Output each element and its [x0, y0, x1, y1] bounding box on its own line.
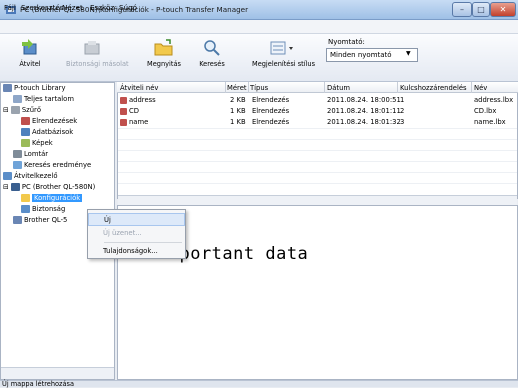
search-button[interactable]: Keresés [186, 38, 238, 80]
menu-separator [104, 242, 182, 243]
table-cell-transfer-name: name [120, 118, 148, 126]
open-button[interactable]: Megnyitás [138, 38, 190, 80]
chevron-down-icon: ▼ [406, 50, 411, 57]
tree-item-brother-ql[interactable]: Brother QL-5 [13, 215, 67, 226]
table-cell-key: 3 [400, 118, 405, 126]
row-divider [118, 161, 517, 162]
search-icon [204, 40, 220, 56]
trash-icon [13, 150, 22, 158]
folder-icon [21, 194, 30, 202]
tree-item-databases[interactable]: Adatbázisok [21, 127, 73, 138]
table-cell-date: 2011.08.24. 18:01:32 [327, 118, 401, 126]
view-style-icon [270, 41, 293, 55]
layout-file-icon [120, 118, 127, 126]
row-divider [118, 150, 517, 151]
tree-item-backup[interactable]: Biztonság [21, 204, 65, 215]
row-divider [118, 183, 517, 184]
table-cell-date: 2011.08.24. 18:01:11 [327, 107, 401, 115]
column-divider [397, 82, 398, 93]
menu-edit[interactable]: Szerkesztés [21, 3, 64, 12]
menu-file[interactable]: Fájl [4, 3, 16, 12]
transfer-icon [22, 39, 37, 55]
list-icon [13, 95, 22, 103]
computer-icon [10, 183, 20, 191]
layout-file-icon [120, 107, 127, 115]
table-cell-date: 2011.08.24. 18:00:51 [327, 96, 401, 104]
column-header-transfer-name[interactable]: Átviteli név [120, 84, 158, 92]
table-cell-file-name: CD.lbx [474, 107, 497, 115]
maximize-button[interactable]: □ [472, 2, 490, 17]
table-cell-key: 1 [400, 96, 405, 104]
tree-item-layouts[interactable]: Elrendezések [21, 116, 77, 127]
search-icon [13, 161, 22, 169]
column-divider [248, 82, 249, 93]
table-cell-key: 2 [400, 107, 405, 115]
transfer-icon [3, 172, 12, 180]
layout-icon [21, 117, 30, 125]
tree-item-trash[interactable]: Lomtár [13, 149, 48, 160]
menu-item-new-message[interactable]: Új üzenet... [88, 227, 185, 240]
tree-item-filter[interactable]: ⊟ Szűrő [3, 105, 41, 116]
table-row[interactable] [118, 95, 517, 105]
status-bar [0, 380, 518, 387]
close-button[interactable]: ✕ [490, 2, 516, 17]
printer-label: Nyomtató: [328, 38, 365, 46]
table-row[interactable] [118, 117, 517, 127]
view-style-button[interactable]: Megjelenítési stílus [252, 38, 315, 80]
tree-item-search-results[interactable]: Keresés eredménye [13, 160, 91, 171]
menu-view[interactable]: Nézet [62, 3, 83, 12]
filter-icon [10, 106, 20, 114]
column-divider [324, 82, 325, 93]
backup-button[interactable]: Biztonsági másolat [66, 38, 129, 80]
backup-icon [84, 41, 100, 55]
table-cell-transfer-name: address [120, 96, 156, 104]
column-header-date[interactable]: Dátum [327, 84, 350, 92]
tree-item-library[interactable]: P-touch Library [3, 83, 66, 94]
menu-item-properties[interactable]: Tulajdonságok... [88, 245, 185, 258]
tree-item-images[interactable]: Képek [21, 138, 53, 149]
printer-icon [13, 216, 22, 224]
table-horizontal-scrollbar[interactable] [118, 195, 517, 205]
menu-help[interactable]: Súgó [119, 3, 137, 12]
column-divider [225, 82, 226, 93]
tree-item-configurations[interactable]: Konfigurációk [21, 193, 83, 204]
table-cell-size: 1 KB [230, 118, 246, 126]
row-divider [118, 172, 517, 173]
table-cell-size: 1 KB [230, 107, 246, 115]
menu-item-new[interactable]: Új [88, 213, 185, 226]
table-row[interactable] [118, 106, 517, 116]
table-cell-type: Elrendezés [252, 118, 290, 126]
column-header-name[interactable]: Név [474, 84, 487, 92]
tree-item-pc[interactable]: ⊟ PC (Brother QL-580N) [3, 182, 95, 193]
table-cell-transfer-name: CD [120, 107, 139, 115]
transfer-button[interactable]: Átvitel [4, 38, 56, 80]
layout-file-icon [120, 96, 127, 104]
backup-icon [21, 205, 30, 213]
table-cell-type: Elrendezés [252, 107, 290, 115]
column-divider [471, 82, 472, 93]
tree-item-all-content[interactable]: Teljes tartalom [13, 94, 74, 105]
folder-open-icon [154, 39, 173, 56]
table-cell-file-name: name.lbx [474, 118, 506, 126]
row-divider [118, 139, 517, 140]
table-cell-file-name: address.lbx [474, 96, 514, 104]
row-divider [118, 128, 517, 129]
column-header-key-assignment[interactable]: Kulcshozzárendelés [400, 84, 467, 92]
minimize-button[interactable]: – [452, 2, 472, 17]
library-icon [3, 84, 12, 92]
image-icon [21, 139, 30, 147]
menu-bar [0, 20, 518, 34]
column-header-type[interactable]: Típus [250, 84, 268, 92]
tree-horizontal-scrollbar[interactable] [1, 367, 114, 379]
printer-select[interactable]: Minden nyomtató [326, 48, 418, 62]
tree-item-transfer-manager[interactable]: Átvitelkezelő [3, 171, 58, 182]
database-icon [21, 128, 30, 136]
menu-tools[interactable]: Eszköz [90, 3, 114, 12]
column-header-size[interactable]: Méret [227, 84, 247, 92]
table-cell-type: Elrendezés [252, 96, 290, 104]
table-cell-size: 2 KB [230, 96, 246, 104]
